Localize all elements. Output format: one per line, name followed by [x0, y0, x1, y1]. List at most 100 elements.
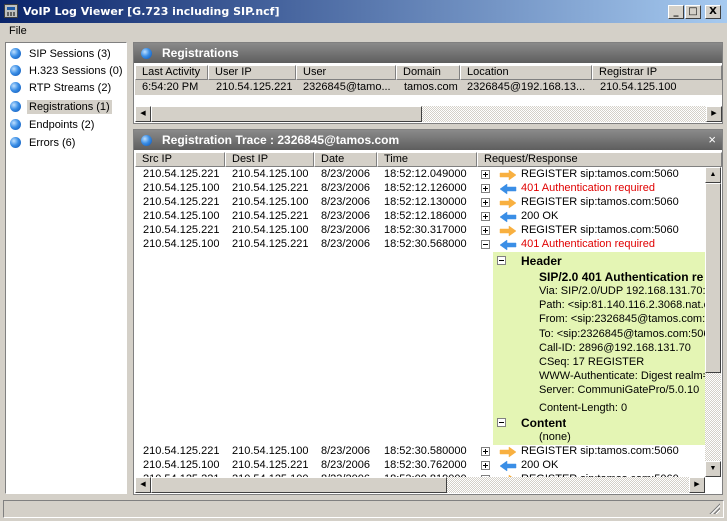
cell-time: 18:52:30.317000 [384, 224, 467, 236]
menu-file[interactable]: File [9, 25, 27, 37]
table-row[interactable]: 210.54.125.100 210.54.125.221 8/23/2006 18:… [135, 210, 705, 224]
cell-time: 18:52:30.762000 [384, 458, 467, 471]
header-line: WWW-Authenticate: Digest realm= [539, 370, 705, 383]
scroll-down-button[interactable]: ▼ [705, 461, 721, 477]
cell-registrar-ip: 210.54.125.100 [600, 81, 677, 93]
trace-vscrollbar[interactable]: ▲ ▼ [705, 167, 721, 477]
expand-icon[interactable] [481, 226, 490, 235]
trace-panel: Registration Trace : 2326845@tamos.com ×… [133, 129, 723, 495]
trace-list: 210.54.125.221 210.54.125.100 8/23/2006 18:… [135, 167, 705, 477]
trace-title: Registration Trace : 2326845@tamos.com [162, 133, 400, 147]
cell-last-activity: 6:54:20 PM [142, 81, 199, 93]
content-node: Content [521, 415, 567, 430]
outgoing-arrow-icon [499, 446, 517, 458]
sidebar-item-endpoints[interactable]: Endpoints (2) [10, 116, 96, 133]
menu-bar: File [0, 23, 727, 41]
table-row[interactable]: 210.54.125.100 210.54.125.221 8/23/2006 18:… [135, 182, 705, 196]
sidebar-item-errors[interactable]: Errors (6) [10, 134, 77, 151]
sidebar-item-registrations[interactable]: Registrations (1) [10, 98, 112, 115]
col-time[interactable]: Time [377, 152, 477, 167]
cell-src: 210.54.125.100 [143, 182, 220, 194]
table-row[interactable]: 210.54.125.221 210.54.125.100 8/23/2006 18:… [135, 168, 705, 182]
globe-icon [10, 101, 21, 112]
cell-date: 8/23/2006 [321, 444, 370, 457]
header-line: Via: SIP/2.0/UDP 192.168.131.70: [539, 285, 705, 297]
expand-icon[interactable] [481, 184, 490, 193]
table-row[interactable]: 210.54.125.100 210.54.125.221 8/23/2006 18:… [135, 238, 705, 252]
sidebar-item-label: Endpoints (2) [29, 118, 95, 131]
status-bar [3, 500, 724, 518]
table-row[interactable]: 210.54.125.221 210.54.125.100 8/23/2006 18:… [135, 196, 705, 210]
col-location[interactable]: Location [460, 65, 592, 80]
cell-src: 210.54.125.100 [143, 238, 220, 250]
registrations-hscrollbar[interactable]: ◀ ▶ [135, 106, 722, 122]
close-button[interactable]: X [705, 5, 721, 19]
cell-dst: 210.54.125.100 [232, 224, 309, 236]
col-user[interactable]: User [296, 65, 396, 80]
scroll-thumb[interactable] [151, 477, 447, 493]
trace-column-headers: Src IP Dest IP Date Time Request/Respons… [134, 152, 722, 167]
table-row[interactable]: 210.54.125.221 210.54.125.100 8/23/2006 18:… [135, 445, 705, 459]
collapse-icon[interactable] [497, 256, 506, 265]
scroll-left-button[interactable]: ◀ [135, 477, 151, 493]
collapse-icon[interactable] [497, 417, 506, 427]
close-trace-icon[interactable]: × [708, 132, 716, 147]
outgoing-arrow-icon [499, 169, 517, 181]
cell-dst: 210.54.125.221 [232, 238, 309, 250]
col-dest-ip[interactable]: Dest IP [225, 152, 314, 167]
sidebar-item-sip-sessions[interactable]: SIP Sessions (3) [10, 45, 113, 62]
resize-grip[interactable] [708, 502, 720, 514]
globe-icon [10, 137, 21, 148]
scroll-thumb[interactable] [705, 183, 721, 373]
sidebar-item-label: Registrations (1) [27, 99, 112, 114]
col-date[interactable]: Date [314, 152, 377, 167]
cell-date: 8/23/2006 [321, 210, 370, 222]
col-request-response[interactable]: Request/Response [477, 152, 722, 167]
cell-date: 8/23/2006 [321, 182, 370, 194]
maximize-button[interactable]: □ [685, 5, 701, 19]
cell-date: 8/23/2006 [321, 238, 370, 250]
sidebar-item-label: Errors (6) [29, 136, 76, 149]
cell-src: 210.54.125.221 [143, 444, 220, 457]
header-line: Path: <sip:81.140.116.2.3068.nat.c [539, 299, 705, 312]
scroll-right-button[interactable]: ▶ [689, 477, 705, 493]
trace-hscrollbar[interactable]: ◀ ▶ [135, 477, 705, 493]
collapse-icon[interactable] [481, 240, 490, 249]
table-row[interactable]: 6:54:20 PM 210.54.125.221 2326845@tamo..… [135, 80, 722, 95]
cell-time: 18:52:12.130000 [384, 196, 467, 208]
header-node: Header [521, 254, 562, 268]
expand-icon[interactable] [481, 170, 490, 179]
col-src-ip[interactable]: Src IP [135, 152, 225, 167]
message-text: 200 OK [521, 458, 559, 471]
cell-dst: 210.54.125.100 [232, 444, 309, 457]
col-registrar-ip[interactable]: Registrar IP [592, 65, 722, 80]
col-domain[interactable]: Domain [396, 65, 460, 80]
sidebar-item-rtp-streams[interactable]: RTP Streams (2) [10, 79, 113, 96]
expand-icon[interactable] [481, 460, 490, 470]
cell-location: 2326845@192.168.13... [467, 81, 586, 93]
message-text: REGISTER sip:tamos.com:5060 [521, 224, 679, 236]
col-user-ip[interactable]: User IP [208, 65, 296, 80]
scroll-up-button[interactable]: ▲ [705, 167, 721, 183]
incoming-arrow-icon [499, 183, 517, 195]
title-bar: VoIP Log Viewer [G.723 including SIP.ncf… [0, 0, 727, 23]
globe-icon [141, 48, 152, 59]
message-text: REGISTER sip:tamos.com:5060 [521, 168, 679, 180]
cell-user: 2326845@tamo... [303, 81, 391, 93]
expand-icon[interactable] [481, 212, 490, 221]
scroll-right-button[interactable]: ▶ [706, 106, 722, 122]
expand-icon[interactable] [481, 446, 490, 456]
expand-icon[interactable] [481, 198, 490, 207]
table-row[interactable]: 210.54.125.221 210.54.125.100 8/23/2006 18:… [135, 224, 705, 238]
cell-date: 8/23/2006 [321, 458, 370, 471]
cell-src: 210.54.125.221 [143, 224, 220, 236]
sidebar-item-h323-sessions[interactable]: H.323 Sessions (0) [10, 62, 125, 79]
scroll-thumb[interactable] [151, 106, 422, 122]
header-line: Content-Length: 0 [539, 401, 628, 414]
minimize-button[interactable]: _ [668, 5, 684, 19]
cell-date: 8/23/2006 [321, 168, 370, 180]
table-row[interactable]: 210.54.125.100 210.54.125.221 8/23/2006 18:… [135, 459, 705, 473]
message-text: 401 Authentication required [521, 182, 655, 194]
col-last-activity[interactable]: Last Activity [135, 65, 208, 80]
scroll-left-button[interactable]: ◀ [135, 106, 151, 122]
